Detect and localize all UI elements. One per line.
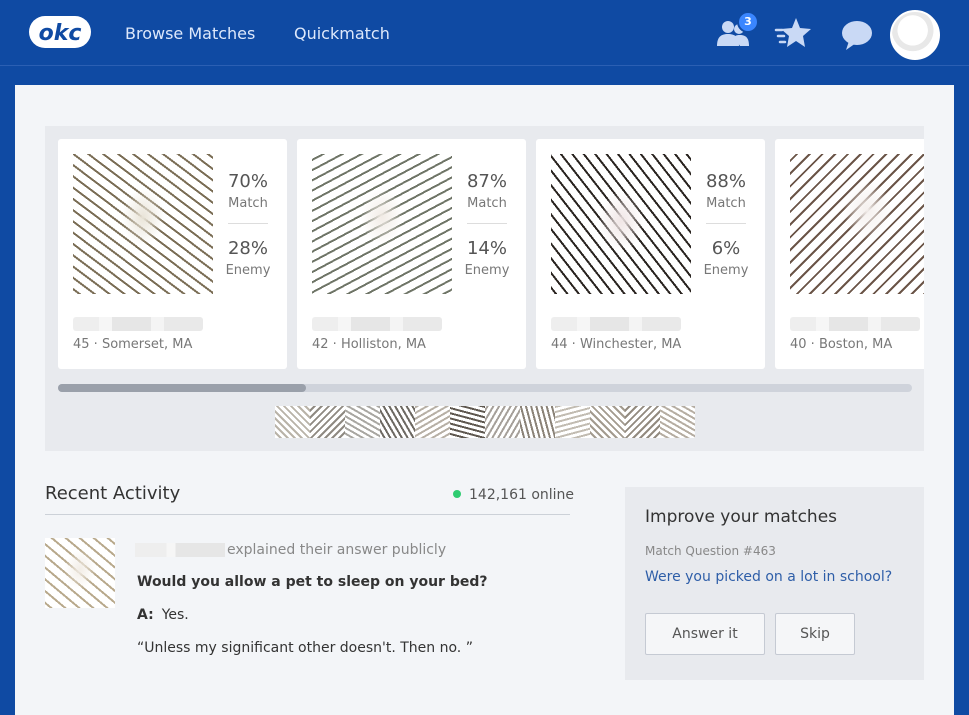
match-username[interactable] <box>790 317 920 331</box>
matches-scrollbar-thumb[interactable] <box>58 384 306 392</box>
nav-browse-matches[interactable]: Browse Matches <box>125 24 255 43</box>
activity-explanation: “Unless my significant other doesn't. Th… <box>137 640 473 656</box>
match-percent: 70% <box>227 171 268 192</box>
match-location: 40 · Boston, MA <box>790 337 893 352</box>
improve-matches-title: Improve your matches <box>645 507 838 527</box>
activity-user-avatar[interactable] <box>45 538 115 608</box>
online-count-text: 142,161 online <box>469 487 575 503</box>
logo-text: okc <box>39 21 82 46</box>
match-label: Match <box>467 196 507 211</box>
match-card[interactable]: 40 · Boston, MA <box>775 139 924 369</box>
stat-divider <box>706 223 746 224</box>
match-username[interactable] <box>73 317 203 331</box>
match-username[interactable] <box>312 317 442 331</box>
match-percent: 87% <box>466 171 507 192</box>
enemy-percent: 14% <box>466 238 507 259</box>
answer-prefix: A: <box>137 607 154 623</box>
match-question-link[interactable]: Were you picked on a lot in school? <box>645 569 892 585</box>
friends-count-badge: 3 <box>737 11 759 33</box>
match-thumbnail[interactable] <box>275 406 310 438</box>
online-count: 142,161 online <box>453 487 574 503</box>
match-thumbnail[interactable] <box>450 406 485 438</box>
match-thumbnail[interactable] <box>345 406 380 438</box>
answer-text: Yes. <box>161 607 189 623</box>
matches-scrollbar[interactable] <box>58 384 912 392</box>
stat-divider <box>467 223 507 224</box>
match-photo[interactable] <box>551 154 691 294</box>
match-card[interactable]: 88% Match 6% Enemy 44 · Winchester, MA <box>536 139 765 369</box>
okc-logo[interactable]: okc <box>28 12 92 52</box>
improve-matches-card: Improve your matches Match Question #463… <box>625 487 924 680</box>
match-percent: 88% <box>705 171 746 192</box>
match-question-number: Match Question #463 <box>645 544 776 558</box>
user-avatar[interactable] <box>890 10 940 60</box>
enemy-label: Enemy <box>703 263 749 278</box>
match-thumbnail[interactable] <box>660 406 695 438</box>
match-thumbnail[interactable] <box>485 406 520 438</box>
match-label: Match <box>706 196 746 211</box>
enemy-label: Enemy <box>225 263 271 278</box>
match-thumbnail-row <box>275 406 695 438</box>
match-thumbnail[interactable] <box>310 406 345 438</box>
match-username[interactable] <box>551 317 681 331</box>
match-location: 45 · Somerset, MA <box>73 337 193 352</box>
match-thumbnail[interactable] <box>380 406 415 438</box>
activity-question[interactable]: Would you allow a pet to sleep on your b… <box>137 574 488 590</box>
match-thumbnail[interactable] <box>520 406 555 438</box>
chat-bubble-icon[interactable] <box>840 19 874 51</box>
match-photo[interactable] <box>73 154 213 294</box>
match-thumbnail[interactable] <box>555 406 590 438</box>
enemy-percent: 28% <box>227 238 268 259</box>
nav-quickmatch[interactable]: Quickmatch <box>294 24 390 43</box>
main-panel: 70% Match 28% Enemy 45 · Somerset, MA 87… <box>15 85 954 715</box>
enemy-percent: 6% <box>711 238 741 259</box>
activity-headline: explained their answer publicly <box>135 542 446 558</box>
divider <box>45 514 570 515</box>
match-thumbnail[interactable] <box>625 406 660 438</box>
star-icon[interactable] <box>774 16 812 50</box>
match-card[interactable]: 87% Match 14% Enemy 42 · Holliston, MA <box>297 139 526 369</box>
match-thumbnail[interactable] <box>415 406 450 438</box>
activity-answer: A: Yes. <box>137 607 189 623</box>
match-location: 42 · Holliston, MA <box>312 337 426 352</box>
activity-username[interactable] <box>135 543 225 557</box>
recent-activity-title: Recent Activity <box>45 483 181 504</box>
online-status-icon <box>453 490 461 498</box>
match-photo[interactable] <box>312 154 452 294</box>
match-photo[interactable] <box>790 154 924 294</box>
skip-button[interactable]: Skip <box>775 613 855 655</box>
answer-it-button[interactable]: Answer it <box>645 613 765 655</box>
match-label: Match <box>228 196 268 211</box>
match-card[interactable]: 70% Match 28% Enemy 45 · Somerset, MA <box>58 139 287 369</box>
match-thumbnail[interactable] <box>590 406 625 438</box>
activity-action: explained their answer publicly <box>227 542 447 558</box>
matches-carousel: 70% Match 28% Enemy 45 · Somerset, MA 87… <box>45 126 924 451</box>
enemy-label: Enemy <box>464 263 510 278</box>
match-location: 44 · Winchester, MA <box>551 337 682 352</box>
top-navigation-bar: okc Browse Matches Quickmatch 3 <box>0 0 969 66</box>
stat-divider <box>228 223 268 224</box>
